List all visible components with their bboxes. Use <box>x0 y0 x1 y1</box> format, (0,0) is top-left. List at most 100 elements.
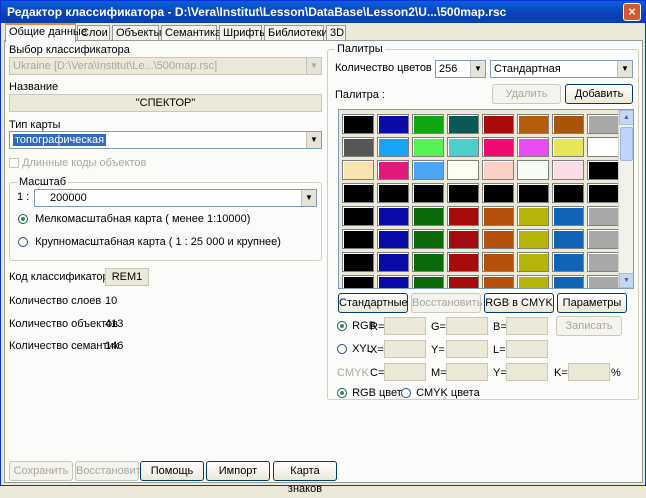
color-swatch[interactable] <box>482 183 514 203</box>
tab-libraries[interactable]: Библиотеки <box>264 25 328 41</box>
radio-selected-icon[interactable] <box>337 388 347 399</box>
color-swatch[interactable] <box>587 160 619 180</box>
classifier-choice-select[interactable]: Ukraine [D:\Vera\Institut\Le...\500map.r… <box>9 57 322 75</box>
standard-button[interactable]: Стандартные <box>338 293 408 313</box>
radio-icon[interactable] <box>18 237 28 248</box>
color-swatch[interactable] <box>342 275 374 288</box>
color-swatch[interactable] <box>377 183 409 203</box>
color-swatch[interactable] <box>517 275 549 288</box>
color-swatch[interactable] <box>342 229 374 249</box>
scroll-down-icon[interactable]: ▼ <box>619 273 633 288</box>
write-button[interactable]: Записать <box>556 316 622 336</box>
delete-button[interactable]: Удалить <box>492 84 561 104</box>
color-swatch[interactable] <box>377 137 409 157</box>
parameters-button[interactable]: Параметры <box>557 293 627 313</box>
k-field[interactable] <box>568 363 610 381</box>
color-swatch[interactable] <box>342 252 374 272</box>
import-button[interactable]: Импорт <box>206 461 270 481</box>
r-field[interactable] <box>384 317 426 335</box>
radio-selected-icon[interactable] <box>18 214 28 225</box>
color-swatch[interactable] <box>482 160 514 180</box>
color-swatch[interactable] <box>342 114 374 134</box>
m-field[interactable] <box>446 363 488 381</box>
large-scale-radio[interactable]: Крупномасштабная карта ( 1 : 25 000 и кр… <box>18 236 281 248</box>
color-swatch[interactable] <box>552 206 584 226</box>
color-swatch[interactable] <box>587 137 619 157</box>
tab-fonts[interactable]: Шрифты <box>219 25 267 41</box>
color-swatch[interactable] <box>377 160 409 180</box>
color-swatch[interactable] <box>552 114 584 134</box>
radio-icon[interactable] <box>337 344 347 355</box>
chevron-down-icon[interactable]: ▼ <box>301 190 316 206</box>
color-swatch[interactable] <box>447 160 479 180</box>
rgb-to-cmyk-button[interactable]: RGB в CMYK <box>484 293 554 313</box>
b-field[interactable] <box>506 317 548 335</box>
map-type-select[interactable]: топографическая ▼ <box>9 131 322 149</box>
color-swatch[interactable] <box>482 137 514 157</box>
color-swatch[interactable] <box>412 137 444 157</box>
xyl-radio[interactable]: XYL <box>337 343 373 355</box>
color-swatch[interactable] <box>447 114 479 134</box>
chevron-down-icon[interactable]: ▼ <box>617 61 632 77</box>
help-button[interactable]: Помощь <box>140 461 204 481</box>
color-swatch[interactable] <box>447 137 479 157</box>
colors-count-select[interactable]: 256 ▼ <box>435 60 486 78</box>
long-codes-checkbox[interactable]: Длинные коды объектов <box>9 157 146 169</box>
x-field[interactable] <box>384 340 426 358</box>
color-swatch[interactable] <box>447 229 479 249</box>
tab-general[interactable]: Общие данные <box>5 23 87 42</box>
color-swatch[interactable] <box>587 206 619 226</box>
color-swatch[interactable] <box>482 252 514 272</box>
color-swatch[interactable] <box>412 183 444 203</box>
close-button[interactable]: × <box>623 3 641 21</box>
small-scale-radio[interactable]: Мелкомасштабная карта ( менее 1:10000) <box>18 213 250 225</box>
y-field[interactable] <box>446 340 488 358</box>
color-swatch[interactable] <box>552 275 584 288</box>
y2-field[interactable] <box>506 363 548 381</box>
color-swatch[interactable] <box>412 252 444 272</box>
color-swatch[interactable] <box>412 229 444 249</box>
scroll-up-icon[interactable]: ▲ <box>619 110 633 125</box>
restore-button[interactable]: Восстановить <box>75 461 146 481</box>
chevron-down-icon[interactable]: ▼ <box>306 132 321 148</box>
color-swatch[interactable] <box>517 160 549 180</box>
color-swatch[interactable] <box>377 206 409 226</box>
cmyk-colors-radio[interactable]: CMYK цвета <box>401 387 480 399</box>
chevron-down-icon[interactable]: ▼ <box>470 61 485 77</box>
color-swatch[interactable] <box>482 206 514 226</box>
color-swatch[interactable] <box>447 252 479 272</box>
color-swatch[interactable] <box>447 206 479 226</box>
color-swatch[interactable] <box>517 137 549 157</box>
save-button[interactable]: Сохранить <box>9 461 73 481</box>
rgb-colors-radio[interactable]: RGB цвета <box>337 387 408 399</box>
tab-3d[interactable]: 3D <box>326 25 346 41</box>
palette-scrollbar[interactable]: ▲ ▼ <box>618 110 633 288</box>
tab-objects[interactable]: Объекты <box>112 25 161 41</box>
color-swatch[interactable] <box>377 252 409 272</box>
color-swatch[interactable] <box>587 114 619 134</box>
l-field[interactable] <box>506 340 548 358</box>
color-swatch[interactable] <box>552 229 584 249</box>
color-swatch[interactable] <box>482 114 514 134</box>
color-swatch[interactable] <box>517 114 549 134</box>
signs-map-button[interactable]: Карта знаков <box>273 461 337 495</box>
color-swatch[interactable] <box>447 183 479 203</box>
color-swatch[interactable] <box>517 206 549 226</box>
color-swatch[interactable] <box>482 275 514 288</box>
color-swatch[interactable] <box>552 183 584 203</box>
color-swatch[interactable] <box>412 160 444 180</box>
color-swatch[interactable] <box>342 183 374 203</box>
palette-type-select[interactable]: Стандартная ▼ <box>490 60 633 78</box>
color-swatch[interactable] <box>587 183 619 203</box>
color-swatch[interactable] <box>377 275 409 288</box>
scroll-thumb[interactable] <box>620 127 633 161</box>
color-swatch[interactable] <box>412 206 444 226</box>
add-button[interactable]: Добавить <box>565 84 633 104</box>
tab-semantics[interactable]: Семантика <box>161 25 221 41</box>
radio-icon[interactable] <box>401 388 411 399</box>
color-swatch[interactable] <box>342 160 374 180</box>
color-swatch[interactable] <box>412 114 444 134</box>
restore-palette-button[interactable]: Восстановить <box>411 293 482 313</box>
c-field[interactable] <box>384 363 426 381</box>
color-swatch[interactable] <box>552 160 584 180</box>
